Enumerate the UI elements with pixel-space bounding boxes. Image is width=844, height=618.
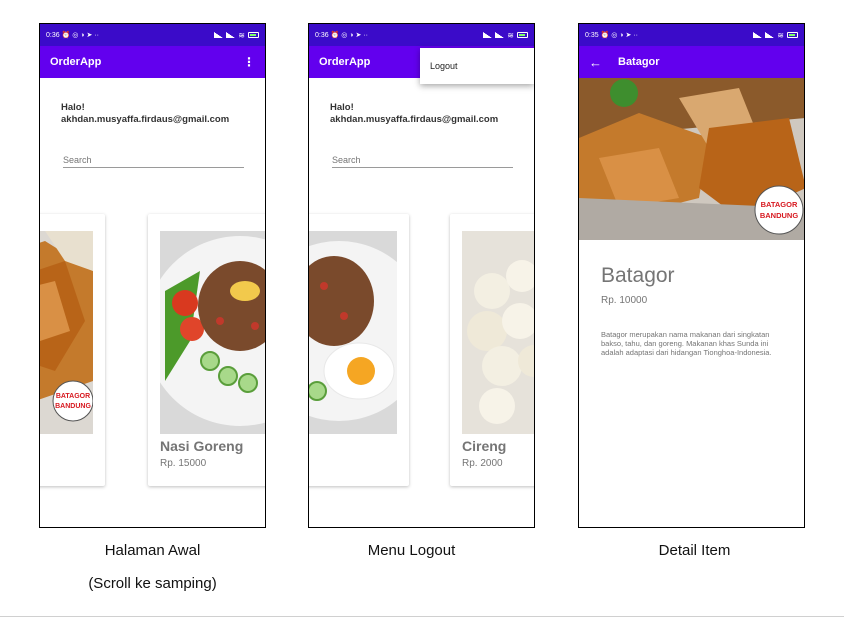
battery-icon xyxy=(248,32,259,38)
status-time: 0:35 xyxy=(585,32,599,39)
food-name: Nasi Goreng xyxy=(160,438,244,454)
wifi-icon: ≋ xyxy=(777,30,784,40)
status-time: 0:36 xyxy=(315,32,329,39)
svg-text:BANDUNG: BANDUNG xyxy=(55,403,91,410)
app-title: Batagor xyxy=(618,56,660,68)
svg-text:BANDUNG: BANDUNG xyxy=(760,211,798,220)
signal-icon xyxy=(483,32,493,38)
signal-icon xyxy=(495,32,505,38)
caption-home: Halaman Awal xyxy=(104,542,201,559)
food-card-batagor[interactable]: BATAGOR BANDUNG xyxy=(40,214,105,486)
search-input[interactable] xyxy=(63,153,244,168)
search-input[interactable] xyxy=(332,153,513,168)
greeting-hello: Halo! xyxy=(61,102,85,113)
signal-icon xyxy=(753,32,763,38)
app-title: OrderApp xyxy=(50,56,102,68)
logout-menu-item[interactable]: Logout xyxy=(420,48,534,84)
food-price: Rp. 15000 xyxy=(160,458,207,469)
back-arrow-icon[interactable]: ← xyxy=(589,55,602,70)
phone-screen-logout-menu: 0:36 ⏰ ◎ ◑ ➤ ·· ≋ OrderApp Logout Halo! … xyxy=(308,23,535,528)
food-card-nasi-goreng[interactable] xyxy=(309,214,409,486)
overflow-menu-icon[interactable]: ⋮ xyxy=(243,55,255,69)
status-notification-icons: ⏰ ◎ ◑ ➤ ·· xyxy=(600,32,638,39)
detail-food-price: Rp. 10000 xyxy=(601,295,648,306)
svg-text:BATAGOR: BATAGOR xyxy=(56,393,90,400)
greeting-email: akhdan.musyaffa.firdaus@gmail.com xyxy=(330,114,499,125)
food-card-cireng[interactable]: Cireng Rp. 2000 xyxy=(450,214,534,486)
signal-icon xyxy=(214,32,224,38)
detail-food-name: Batagor xyxy=(601,264,675,287)
signal-icon xyxy=(226,32,236,38)
svg-text:BATAGOR: BATAGOR xyxy=(761,200,798,209)
status-bar: 0:36 ⏰ ◎ ◑ ➤ ·· ≋ xyxy=(309,24,534,46)
caption-detail: Detail Item xyxy=(658,542,731,559)
status-time: 0:36 xyxy=(46,32,60,39)
detail-food-description: Batagor merupakan nama makanan dari sing… xyxy=(601,330,772,357)
logout-label: Logout xyxy=(430,61,458,71)
wifi-icon: ≋ xyxy=(238,30,245,40)
greeting: Halo! akhdan.musyaffa.firdaus@gmail.com xyxy=(330,102,498,126)
greeting: Halo! akhdan.musyaffa.firdaus@gmail.com xyxy=(61,102,229,126)
food-image-batagor: BATAGOR BANDUNG xyxy=(40,231,93,434)
divider xyxy=(0,616,844,617)
food-price: Rp. 2000 xyxy=(462,458,503,469)
caption-logout: Menu Logout xyxy=(367,542,456,559)
app-bar: OrderApp ⋮ xyxy=(40,46,265,78)
status-notification-icons: ⏰ ◎ ◑ ➤ ·· xyxy=(61,32,99,39)
food-image-nasi-goreng xyxy=(160,231,265,434)
battery-icon xyxy=(517,32,528,38)
status-bar: 0:36 ⏰ ◎ ◑ ➤ ·· ≋ xyxy=(40,24,265,46)
phone-screen-home: 0:36 ⏰ ◎ ◑ ➤ ·· ≋ OrderApp ⋮ Halo! akhda… xyxy=(39,23,266,528)
food-image-nasi-goreng xyxy=(309,231,397,434)
caption-home-sub: (Scroll ke samping) xyxy=(88,575,217,592)
phone-screen-detail: 0:35 ⏰ ◎ ◑ ➤ ·· ≋ ← Batagor BATAGOR BAND… xyxy=(578,23,805,528)
status-bar: 0:35 ⏰ ◎ ◑ ➤ ·· ≋ xyxy=(579,24,804,46)
food-image-cireng xyxy=(462,231,534,434)
food-name: Cireng xyxy=(462,438,507,454)
food-card-nasi-goreng[interactable]: Nasi Goreng Rp. 15000 xyxy=(148,214,265,486)
signal-icon xyxy=(765,32,775,38)
greeting-hello: Halo! xyxy=(330,102,354,113)
greeting-email: akhdan.musyaffa.firdaus@gmail.com xyxy=(61,114,230,125)
status-notification-icons: ⏰ ◎ ◑ ➤ ·· xyxy=(330,32,368,39)
wifi-icon: ≋ xyxy=(507,30,514,40)
battery-icon xyxy=(787,32,798,38)
app-bar: ← Batagor xyxy=(579,46,804,78)
detail-image-batagor: BATAGOR BANDUNG xyxy=(579,78,804,240)
